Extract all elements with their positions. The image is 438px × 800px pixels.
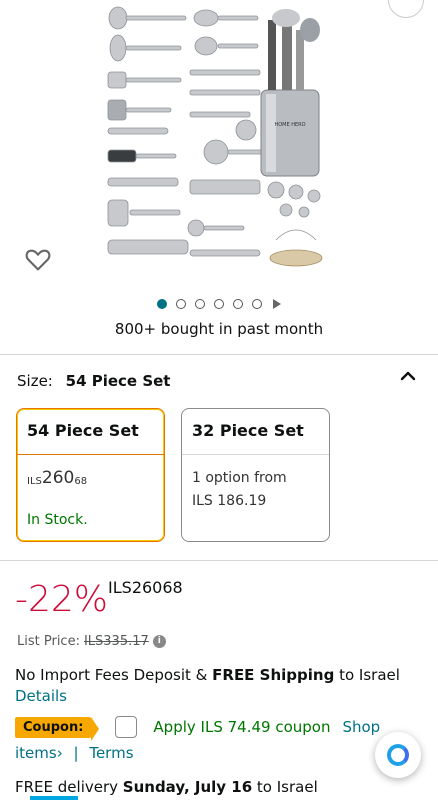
size-option-54-piece[interactable]: 54 Piece Set ILS26068 In Stock.	[16, 408, 165, 542]
list-price-row: List Price: ILS335.17 i	[17, 634, 166, 649]
terms-link[interactable]: Terms	[89, 744, 133, 762]
delivery-text: FREE delivery Sunday, July 16 to Israel	[15, 778, 318, 796]
size-option-32-piece[interactable]: 32 Piece Set 1 option from ILS 186.19	[181, 408, 330, 542]
info-icon[interactable]: i	[152, 635, 166, 648]
image-carousel-dots	[0, 297, 438, 311]
carousel-dot[interactable]	[157, 299, 167, 309]
coupon-apply-text[interactable]: Apply ILS 74.49 coupon	[153, 718, 330, 736]
assistant-chat-button[interactable]	[375, 732, 421, 778]
list-price-value: ILS335.17	[83, 634, 149, 649]
coupon-links-row: items› | Terms	[15, 744, 134, 762]
coupon-checkbox[interactable]	[115, 716, 138, 738]
size-option-availability: 1 option from	[192, 470, 287, 486]
size-option-from-price: ILS 186.19	[192, 493, 267, 509]
price-fraction: 68	[162, 578, 183, 597]
prime-underline	[30, 796, 78, 800]
shop-items-link[interactable]: Shop	[342, 718, 380, 736]
price-whole: 260	[131, 578, 163, 597]
details-link[interactable]: Details	[15, 687, 67, 705]
product-image-area[interactable]: HOME HERO	[0, 0, 438, 290]
separator: |	[73, 744, 79, 762]
price-block: -22% ILS 260 68	[15, 578, 183, 622]
chat-icon	[387, 744, 409, 766]
items-link[interactable]: items	[15, 744, 57, 762]
carousel-dot[interactable]	[214, 299, 224, 309]
holder-brand: HOME HERO	[274, 122, 305, 128]
wishlist-heart-icon[interactable]	[24, 246, 52, 274]
coupon-badge: Coupon:	[15, 716, 100, 741]
divider	[0, 560, 438, 561]
video-play-icon[interactable]	[273, 299, 281, 309]
share-button[interactable]	[388, 0, 424, 18]
price-currency: ILS	[108, 578, 132, 597]
size-selector-header[interactable]: Size: 54 Piece Set	[17, 372, 170, 390]
import-fees-text: No Import Fees Deposit & FREE Shipping t…	[15, 666, 400, 684]
size-label: Size:	[17, 372, 53, 390]
carousel-dot[interactable]	[233, 299, 243, 309]
divider	[0, 354, 438, 355]
chevron-up-icon[interactable]	[398, 366, 418, 386]
size-option-price: ILS26068	[27, 468, 88, 488]
chevron-right-icon[interactable]: ›	[57, 744, 63, 762]
coupon-row: Coupon: Apply ILS 74.49 coupon Shop	[15, 716, 380, 741]
carousel-dot[interactable]	[195, 299, 205, 309]
discount-percent: -22%	[15, 579, 109, 620]
in-stock-text: In Stock.	[27, 512, 88, 528]
size-option-title: 32 Piece Set	[182, 409, 329, 455]
product-image[interactable]: HOME HERO	[96, 0, 332, 280]
size-option-title: 54 Piece Set	[17, 409, 164, 455]
carousel-dot[interactable]	[252, 299, 262, 309]
bought-in-past-month: 800+ bought in past month	[114, 320, 324, 338]
carousel-dot[interactable]	[176, 299, 186, 309]
list-price-label: List Price:	[17, 634, 80, 649]
size-selected-value: 54 Piece Set	[65, 372, 171, 390]
